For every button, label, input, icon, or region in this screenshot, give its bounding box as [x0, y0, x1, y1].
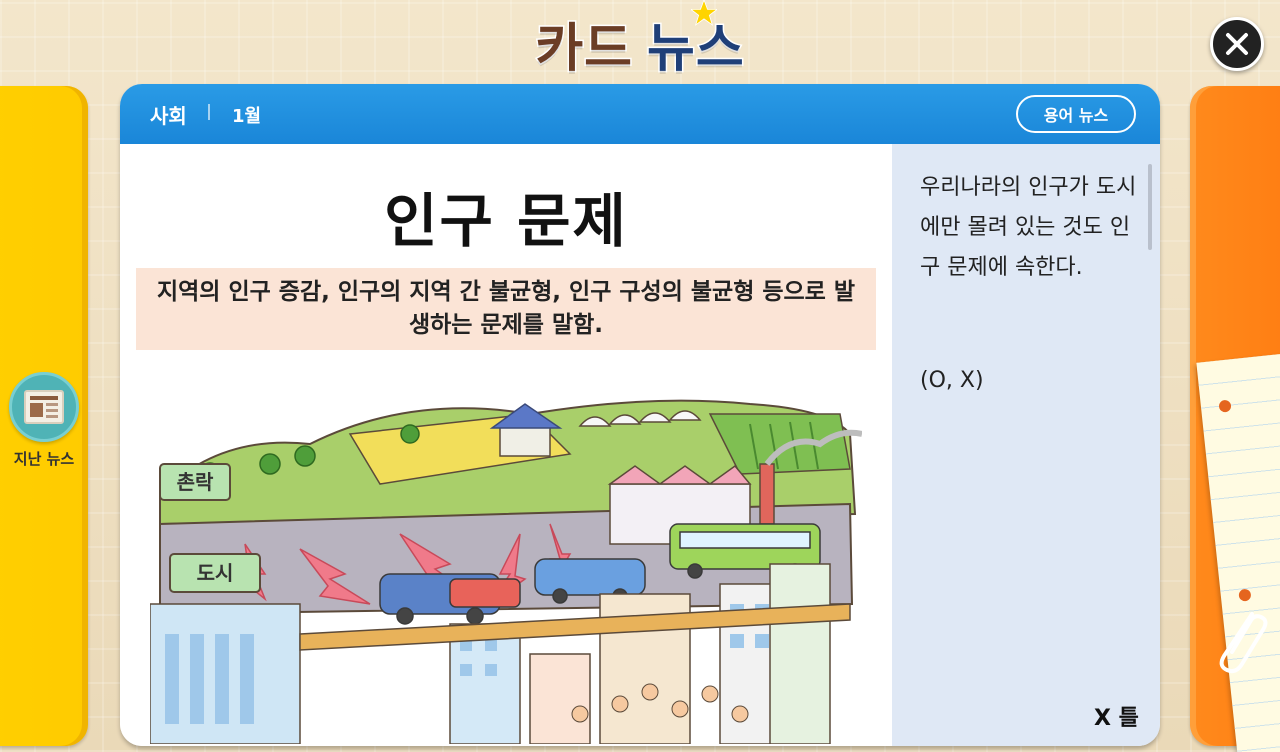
card-header: 사회 1월 용어 뉴스 [120, 84, 1160, 144]
logo-text-card: 카드 [534, 17, 634, 80]
prev-news-label: 지난 뉴스 [13, 450, 75, 468]
term-news-button[interactable]: 용어 뉴스 [1016, 95, 1136, 133]
village-sign-text: 촌락 [177, 470, 214, 494]
close-icon [1226, 33, 1248, 55]
close-button[interactable] [1210, 17, 1264, 71]
prev-news-button[interactable]: 지난 뉴스 [8, 372, 80, 469]
logo-text-news-label: 뉴스 [646, 17, 746, 80]
quiz-question: 우리나라의 인구가 도시에만 몰려 있는 것도 인구 문제에 속한다. [920, 175, 1137, 280]
news-card: 사회 1월 용어 뉴스 인구 문제 지역의 인구 증감, 인구의 지역 간 불균… [120, 84, 1160, 746]
note-hole [1218, 399, 1232, 413]
scrollbar[interactable] [1148, 164, 1152, 250]
quiz-panel: 우리나라의 인구가 도시에만 몰려 있는 것도 인구 문제에 속한다. (O, … [892, 144, 1160, 746]
definition-box: 지역의 인구 증감, 인구의 지역 간 불균형, 인구 구성의 불균형 등으로 … [136, 268, 876, 350]
category-label: 사회 [150, 104, 187, 128]
city-sign-text: 도시 [197, 561, 234, 585]
month-label: 1월 [232, 106, 262, 127]
article-title: 인구 문제 [384, 187, 628, 255]
app-logo: 카드 뉴스 [500, 0, 780, 81]
header-divider [208, 104, 210, 120]
urbanization-illustration: 촌락 도시 [150, 374, 862, 744]
paperclip-icon [1219, 612, 1268, 674]
logo-text-news: 뉴스 [646, 0, 746, 81]
quiz-options: (O, X) [920, 368, 984, 393]
article-panel: 인구 문제 지역의 인구 증감, 인구의 지역 간 불균형, 인구 구성의 불균… [120, 144, 892, 746]
newspaper-icon [24, 390, 64, 424]
answer-result[interactable]: X 틀 [1094, 700, 1139, 732]
star-icon [691, 0, 717, 26]
prev-news-circle[interactable] [9, 372, 79, 442]
note-hole [1238, 588, 1252, 602]
